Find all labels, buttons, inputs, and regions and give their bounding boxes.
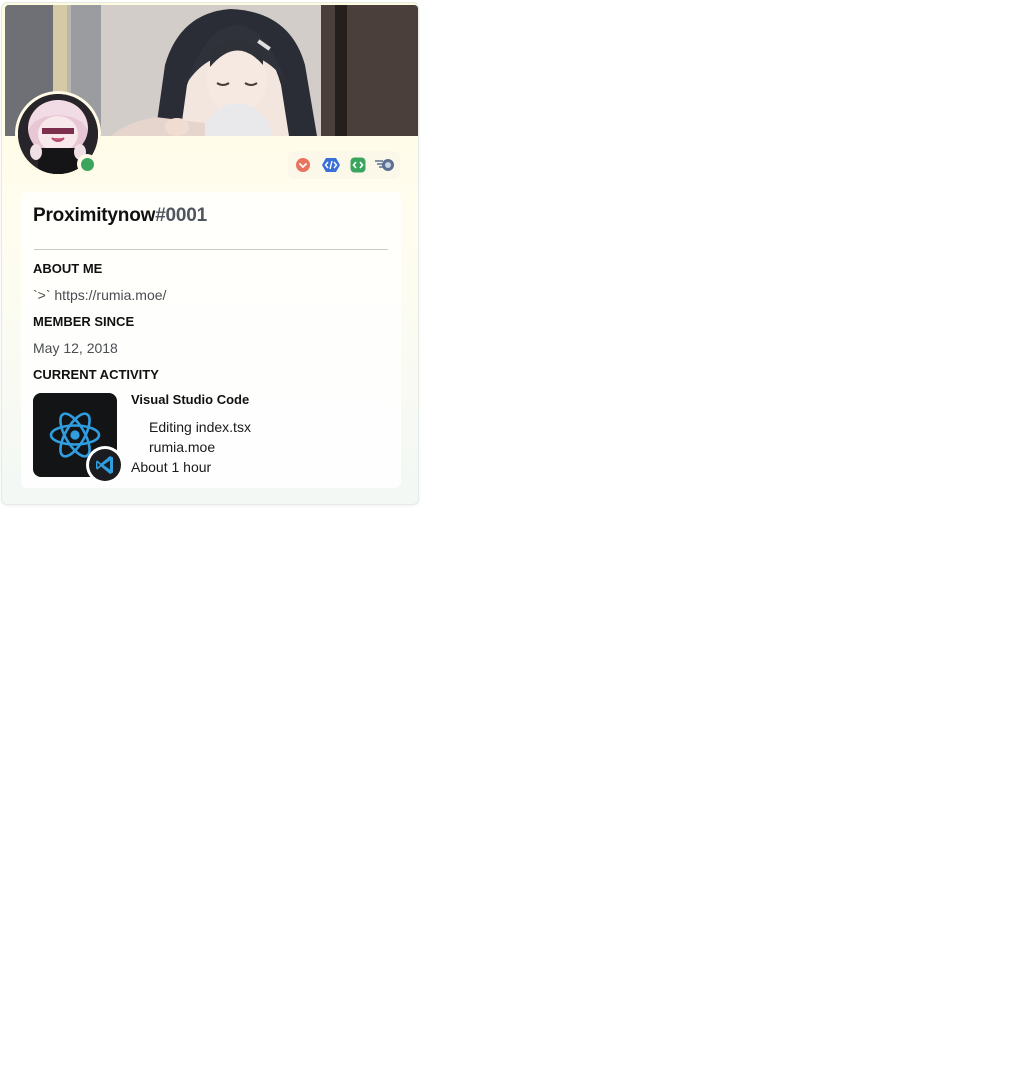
current-activity-title: CURRENT ACTIVITY: [33, 367, 159, 382]
member-since-title: MEMBER SINCE: [33, 314, 135, 329]
badge-list: [288, 151, 400, 179]
activity-state: rumia.moe: [149, 439, 216, 455]
active-developer-badge-icon[interactable]: [322, 157, 340, 173]
username-discriminator: #0001: [155, 205, 208, 226]
divider: [34, 249, 388, 250]
activity-elapsed: About 1 hour: [131, 459, 212, 475]
bug-hunter-badge-icon[interactable]: [295, 157, 311, 173]
username-name: Proximitynow: [33, 205, 156, 226]
verified-developer-badge-icon[interactable]: [350, 157, 366, 173]
hypesquad-speed-badge-icon[interactable]: [374, 157, 396, 173]
activity-name: Visual Studio Code: [131, 392, 250, 407]
about-me-title: ABOUT ME: [33, 261, 103, 276]
vscode-logo-icon: [96, 456, 113, 474]
activity-small-image: [89, 449, 121, 481]
activity-details: Editing index.tsx: [149, 419, 251, 435]
profile-card: Proximitynow#0001 ABOUT ME `>` https://r…: [1, 2, 419, 505]
about-me-text: `>` https://rumia.moe/: [33, 287, 167, 303]
username: Proximitynow#0001: [33, 205, 207, 227]
member-since-date: May 12, 2018: [33, 340, 118, 356]
online-status-indicator: [81, 158, 94, 171]
profile-info-panel: Proximitynow#0001 ABOUT ME `>` https://r…: [21, 192, 401, 488]
